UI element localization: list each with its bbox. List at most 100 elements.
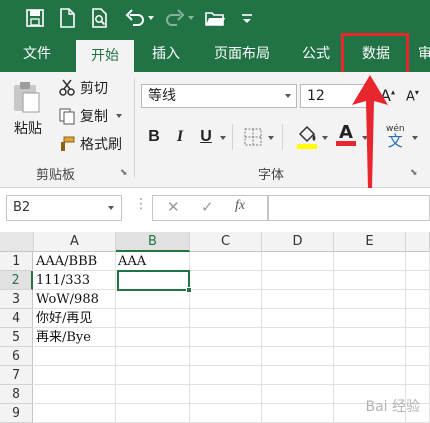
cell-a8[interactable]	[34, 385, 116, 404]
cell-f5[interactable]	[406, 328, 430, 347]
row-header-1[interactable]: 1	[0, 252, 33, 271]
cell-c9[interactable]	[190, 404, 262, 423]
cell-f3[interactable]	[406, 290, 430, 309]
cell-b4[interactable]	[116, 309, 190, 328]
cell-c7[interactable]	[190, 366, 262, 385]
tab-formulas[interactable]: 公式	[290, 36, 342, 72]
select-all-corner[interactable]	[0, 232, 34, 252]
cell-c5[interactable]	[190, 328, 262, 347]
cell-d6[interactable]	[262, 347, 334, 366]
cell-e3[interactable]	[334, 290, 406, 309]
cell-f2[interactable]	[406, 271, 430, 290]
font-dialog-launcher-icon[interactable]: ⬊	[410, 168, 418, 178]
format-painter-button[interactable]: 格式刷	[58, 134, 122, 154]
cell-b7[interactable]	[116, 366, 190, 385]
tab-review[interactable]: 审	[414, 36, 430, 72]
row-header-6[interactable]: 6	[0, 347, 33, 366]
cell-f7[interactable]	[406, 366, 430, 385]
undo-dropdown-icon[interactable]	[148, 16, 154, 20]
tab-home[interactable]: 开始	[76, 40, 134, 72]
fill-color-icon[interactable]	[296, 124, 318, 154]
cell-e1[interactable]	[334, 252, 406, 271]
cell-c8[interactable]	[190, 385, 262, 404]
phonetic-dropdown-icon[interactable]	[412, 136, 418, 140]
cell-d7[interactable]	[262, 366, 334, 385]
tab-page-layout[interactable]: 页面布局	[198, 36, 286, 72]
open-folder-icon[interactable]	[204, 7, 226, 29]
cell-d9[interactable]	[262, 404, 334, 423]
new-file-icon[interactable]	[56, 7, 78, 29]
cell-e2[interactable]	[334, 271, 406, 290]
cancel-icon[interactable]: ✕	[167, 198, 180, 216]
cell-c1[interactable]	[190, 252, 262, 271]
cell-b6[interactable]	[116, 347, 190, 366]
cell-f4[interactable]	[406, 309, 430, 328]
cell-a3[interactable]: WoW/988	[34, 290, 116, 309]
insert-function-icon[interactable]: fx	[235, 198, 245, 214]
cell-d3[interactable]	[262, 290, 334, 309]
underline-button[interactable]: U	[196, 124, 216, 150]
dialog-launcher-icon[interactable]: ⬊	[120, 168, 128, 178]
column-header-b[interactable]: B	[116, 232, 190, 252]
column-header-c[interactable]: C	[190, 232, 262, 252]
paste-button[interactable]: 粘贴	[8, 80, 48, 138]
cell-d8[interactable]	[262, 385, 334, 404]
cell-b9[interactable]	[116, 404, 190, 423]
copy-dropdown-icon[interactable]	[116, 114, 122, 118]
undo-icon[interactable]	[124, 7, 146, 29]
cell-f1[interactable]	[406, 252, 430, 271]
cell-a6[interactable]	[34, 347, 116, 366]
cell-e4[interactable]	[334, 309, 406, 328]
cell-a2[interactable]: 111/333	[34, 271, 116, 290]
column-header-a[interactable]: A	[34, 232, 116, 252]
row-header-8[interactable]: 8	[0, 385, 33, 404]
cell-b5[interactable]	[116, 328, 190, 347]
cell-b1[interactable]: AAA	[116, 252, 190, 271]
cell-a4[interactable]: 你好/再见	[34, 309, 116, 328]
fill-color-dropdown-icon[interactable]	[322, 136, 328, 140]
redo-dropdown-icon[interactable]	[188, 16, 194, 20]
cell-e6[interactable]	[334, 347, 406, 366]
borders-icon[interactable]	[244, 128, 262, 150]
cell-a7[interactable]	[34, 366, 116, 385]
formula-input[interactable]	[268, 195, 430, 221]
underline-dropdown-icon[interactable]	[220, 136, 226, 140]
cell-f6[interactable]	[406, 347, 430, 366]
cell-e7[interactable]	[334, 366, 406, 385]
selected-cell-b2[interactable]	[117, 270, 190, 291]
cell-d5[interactable]	[262, 328, 334, 347]
cell-d1[interactable]	[262, 252, 334, 271]
cut-button[interactable]: 剪切	[58, 78, 108, 98]
tab-file[interactable]: 文件	[12, 36, 62, 72]
row-header-3[interactable]: 3	[0, 290, 33, 309]
cell-c6[interactable]	[190, 347, 262, 366]
cell-a1[interactable]: AAA/BBB	[34, 252, 116, 271]
column-header-e[interactable]: E	[334, 232, 406, 252]
borders-dropdown-icon[interactable]	[268, 136, 274, 140]
redo-icon[interactable]	[164, 7, 186, 29]
print-preview-icon[interactable]	[88, 7, 110, 29]
decrease-font-size-button[interactable]: A▾	[406, 88, 419, 104]
font-name-select[interactable]: 等线	[141, 84, 297, 108]
cell-b8[interactable]	[116, 385, 190, 404]
fill-handle[interactable]	[186, 287, 192, 293]
cell-c2[interactable]	[190, 271, 262, 290]
save-icon[interactable]	[24, 7, 46, 29]
row-header-4[interactable]: 4	[0, 309, 33, 328]
enter-icon[interactable]: ✓	[201, 198, 214, 216]
column-header-f[interactable]	[406, 232, 430, 252]
bold-button[interactable]: B	[144, 124, 164, 150]
cell-c4[interactable]	[190, 309, 262, 328]
tab-insert[interactable]: 插入	[140, 36, 192, 72]
cell-c3[interactable]	[190, 290, 262, 309]
copy-button[interactable]: 复制	[58, 106, 122, 126]
cell-d4[interactable]	[262, 309, 334, 328]
column-header-d[interactable]: D	[262, 232, 334, 252]
row-header-7[interactable]: 7	[0, 366, 33, 385]
font-name-dropdown-icon[interactable]	[285, 94, 291, 98]
cell-b3[interactable]	[116, 290, 190, 309]
customize-icon[interactable]	[236, 7, 258, 29]
cell-a9[interactable]	[34, 404, 116, 423]
cell-a5[interactable]: 再来/Bye	[34, 328, 116, 347]
row-header-2[interactable]: 2	[0, 271, 33, 290]
